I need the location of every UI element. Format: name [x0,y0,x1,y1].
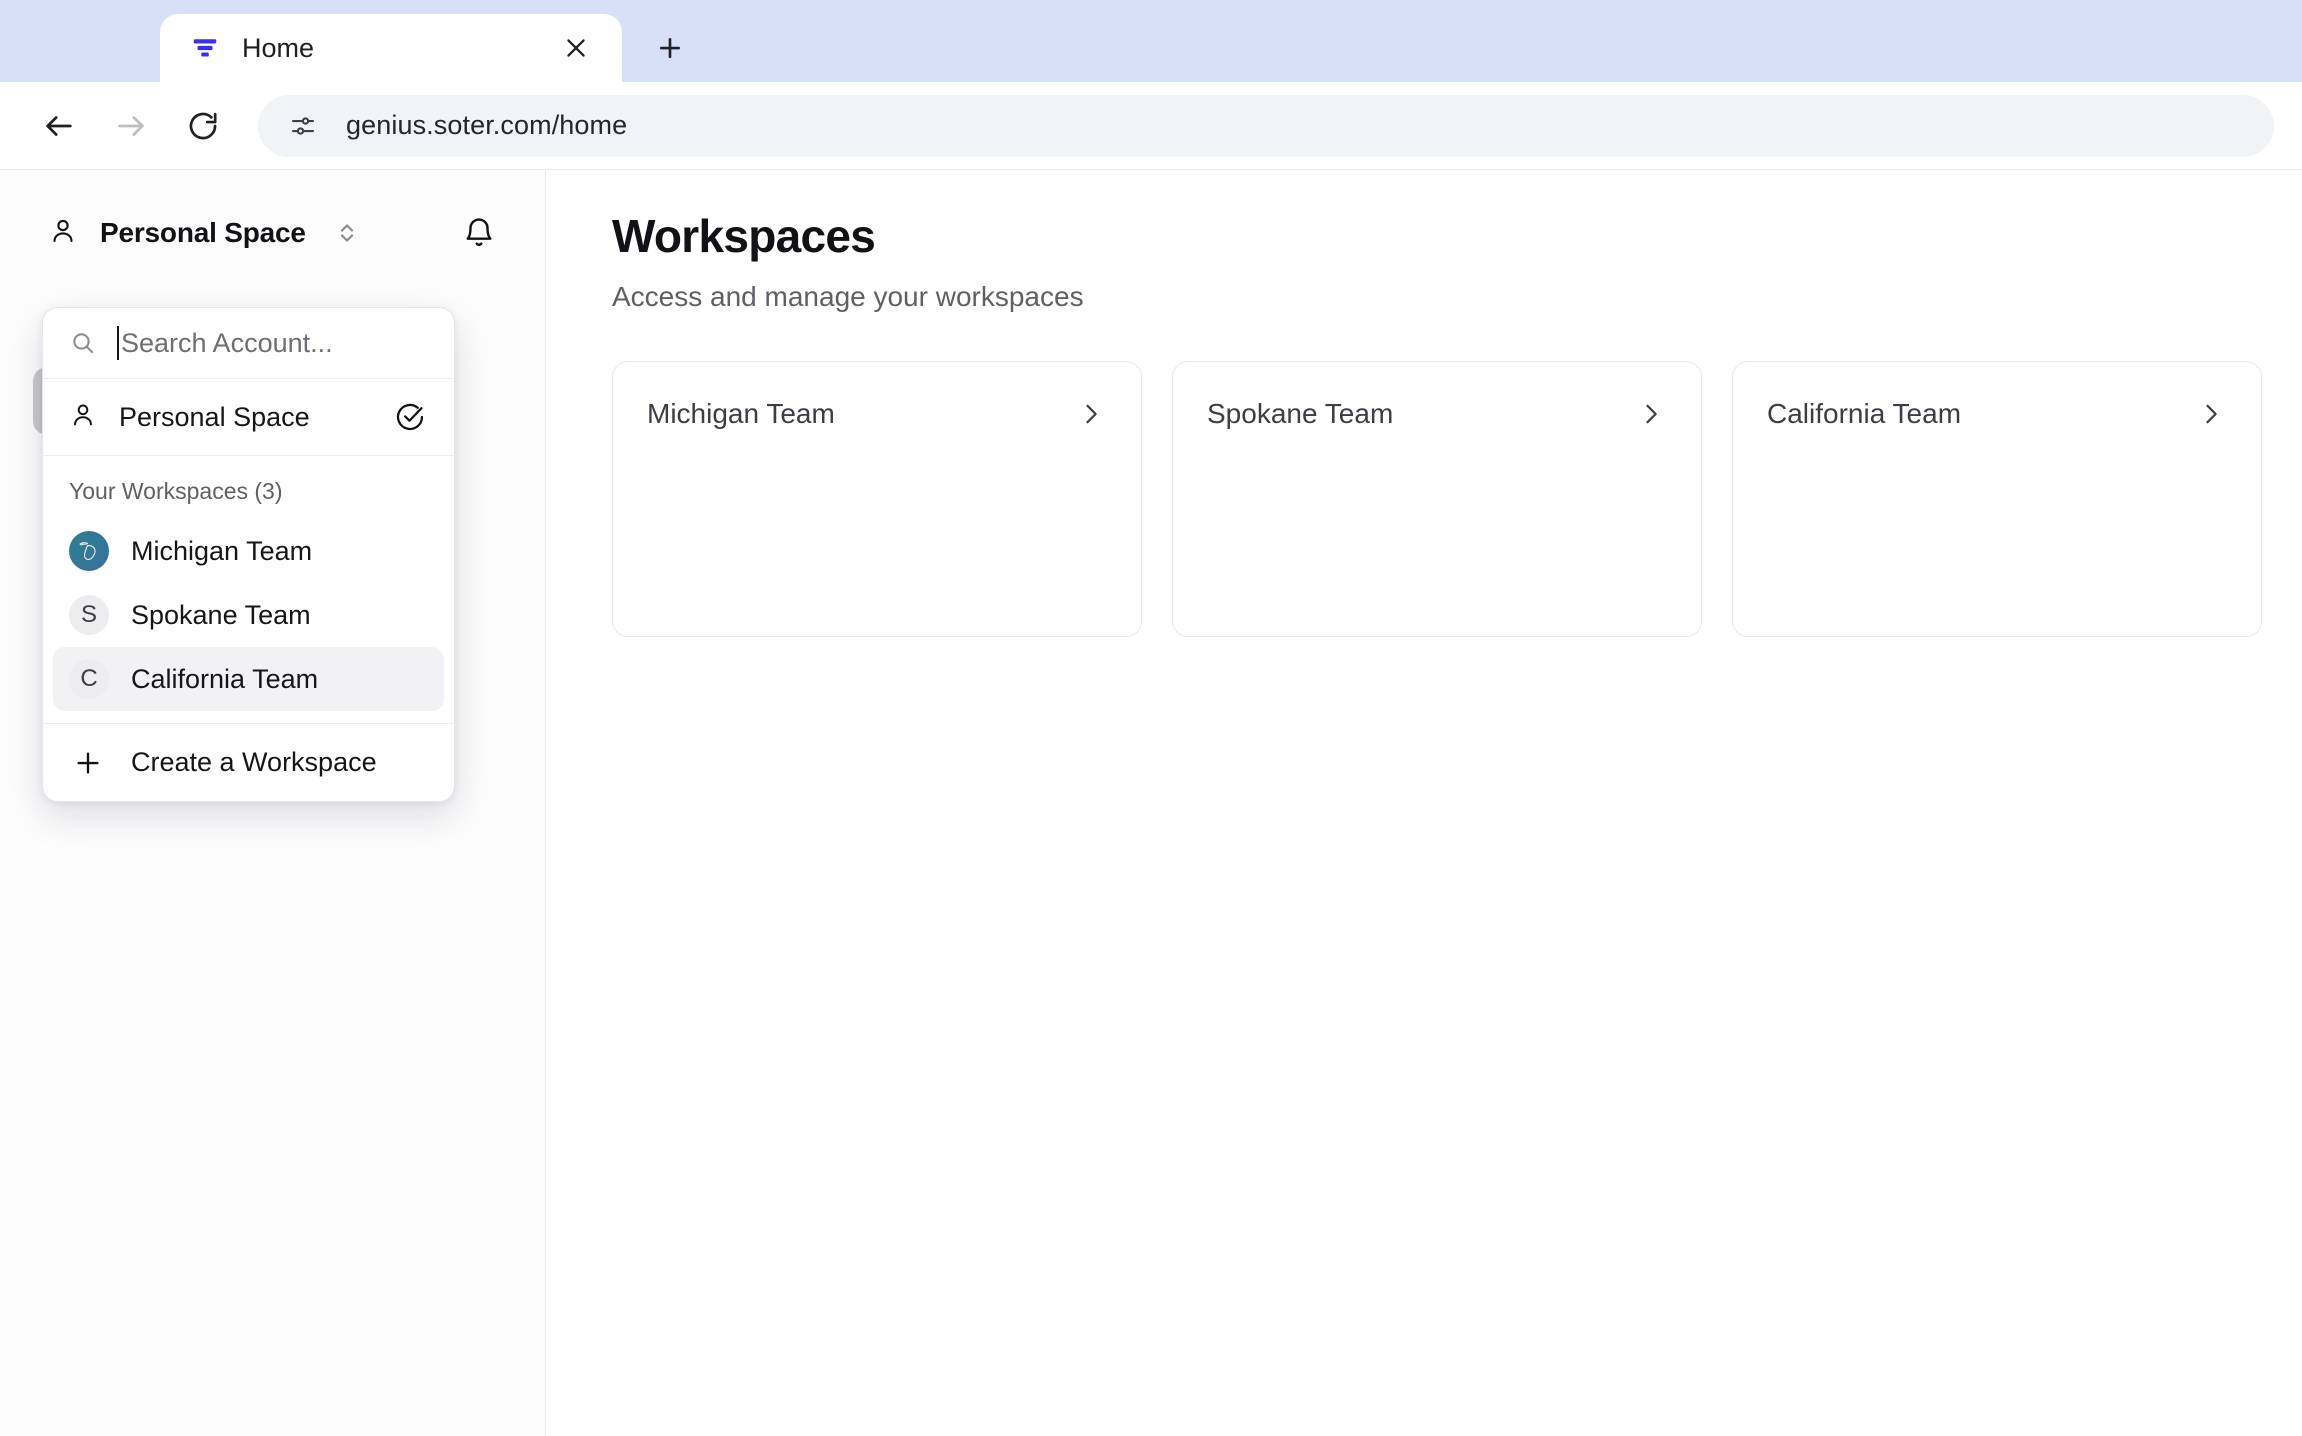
user-icon [69,401,97,434]
avatar-initial: C [69,659,109,699]
michigan-map-icon [69,531,109,571]
card-title: California Team [1767,398,1962,429]
check-circle-icon [392,399,428,435]
site-settings-icon[interactable] [286,109,320,143]
workspace-label: Michigan Team [131,535,313,566]
search-placeholder: Search Account... [121,327,333,358]
back-button[interactable] [28,95,90,157]
chevron-right-icon[interactable] [1075,398,1107,430]
workspace-list: Michigan Team S Spokane Team C Californi… [43,519,454,723]
search-account-input[interactable]: Search Account... [43,308,454,378]
browser-window: Home genius.soter.com/home Personal Spac… [0,0,2302,1436]
workspace-card-spokane[interactable]: Spokane Team [1172,361,1702,637]
plus-icon [73,748,103,778]
tab-strip: Home [0,0,2302,82]
workspace-cards: Michigan Team Spokane Team California Te… [612,361,2262,637]
sidebar: Personal Space Search Account... Persona… [0,171,546,1436]
chevron-up-down-icon[interactable] [336,218,358,248]
workspaces-section-label: Your Workspaces (3) [69,478,283,504]
search-field-area[interactable]: Search Account... [117,326,428,360]
sidebar-header: Personal Space [0,171,545,263]
address-bar[interactable]: genius.soter.com/home [258,94,2274,157]
text-caret [117,326,119,360]
workspace-card-michigan[interactable]: Michigan Team [612,361,1142,637]
card-title: Spokane Team [1207,398,1394,429]
workspace-item-michigan[interactable]: Michigan Team [53,519,444,583]
page-title: Workspaces [612,210,876,262]
workspace-label: California Team [131,663,319,694]
main-content: Workspaces Access and manage your worksp… [546,171,2302,1436]
workspace-item-california[interactable]: C California Team [53,647,444,711]
page-subtitle: Access and manage your workspaces [612,281,1084,312]
new-tab-button[interactable] [640,18,700,78]
dropdown-item-personal-space[interactable]: Personal Space [43,379,454,455]
app-root: Personal Space Search Account... Persona… [0,171,2302,1436]
filter-funnel-icon [190,33,220,63]
workspace-label: Spokane Team [131,599,311,630]
chevron-right-icon[interactable] [1635,398,1667,430]
account-switcher-dropdown: Search Account... Personal Space Your Wo… [42,307,455,802]
url-text: genius.soter.com/home [346,110,628,140]
browser-toolbar: genius.soter.com/home [0,82,2302,170]
forward-button [100,95,162,157]
close-icon[interactable] [554,26,598,70]
user-icon [48,216,78,251]
bell-icon[interactable] [453,207,505,259]
account-name: Personal Space [100,217,306,248]
dropdown-search-section: Search Account... [43,308,454,379]
workspace-item-spokane[interactable]: S Spokane Team [53,583,444,647]
workspace-card-california[interactable]: California Team [1732,361,2262,637]
avatar-initial: S [69,595,109,635]
create-workspace-button[interactable]: Create a Workspace [43,723,454,801]
reload-button[interactable] [172,95,234,157]
dropdown-personal-label: Personal Space [119,401,310,432]
tab-title: Home [242,32,315,63]
card-title: Michigan Team [647,398,835,429]
create-workspace-label: Create a Workspace [131,747,377,777]
browser-tab-home[interactable]: Home [160,14,622,82]
search-icon [69,329,97,357]
account-switcher-button[interactable]: Personal Space [48,216,453,251]
chevron-right-icon[interactable] [2195,398,2227,430]
